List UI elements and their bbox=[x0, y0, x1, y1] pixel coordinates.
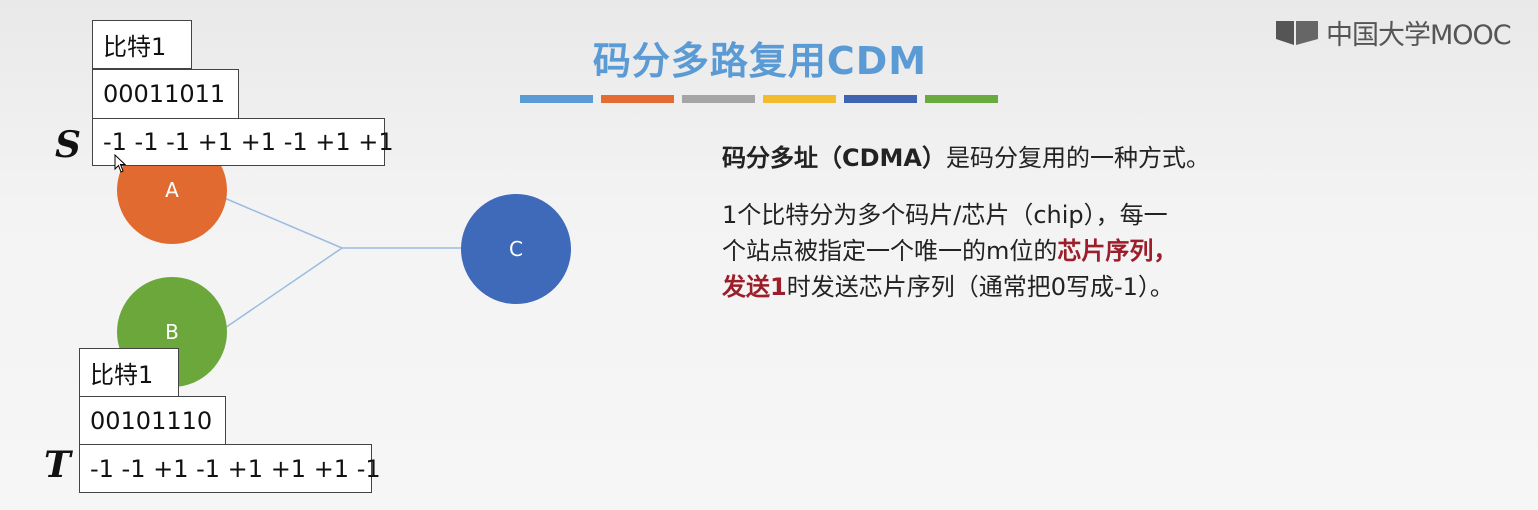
mouse-cursor-icon bbox=[114, 154, 126, 173]
para-2-line-1: 1个比特分为多个码片/芯片（chip），每一 bbox=[722, 201, 1168, 229]
node-b-label: B bbox=[165, 320, 179, 344]
chip-sequence-term: 芯片序列， bbox=[1057, 237, 1178, 265]
cdma-term: 码分多址（CDMA） bbox=[722, 144, 946, 172]
para-2-line-3-plain: 时发送芯片序列（通常把0写成-1）。 bbox=[786, 273, 1174, 301]
t-chip-sequence-box: -1 -1 +1 -1 +1 +1 +1 -1 bbox=[79, 444, 381, 493]
s-code-box: 00011011 bbox=[92, 69, 239, 119]
t-code-box: 00101110 bbox=[79, 396, 226, 445]
description-line-1: 码分多址（CDMA）是码分复用的一种方式。 bbox=[722, 140, 1210, 176]
t-bit-label-box: 比特1 bbox=[79, 348, 179, 397]
node-c-label: C bbox=[509, 237, 523, 261]
t-sequence-label: T bbox=[44, 444, 71, 486]
node-c: C bbox=[461, 194, 571, 304]
para-2-line-2-plain: 个站点被指定一个唯一的m位的 bbox=[722, 237, 1058, 265]
description-line-1-rest: 是码分复用的一种方式。 bbox=[946, 144, 1210, 172]
s-bit-label-box: 比特1 bbox=[92, 20, 192, 69]
s-chip-sequence-box: -1 -1 -1 +1 +1 -1 +1 +1 bbox=[92, 118, 394, 166]
para-2-line-3: 发送1时发送芯片序列（通常把0写成-1）。 bbox=[722, 269, 1177, 305]
description-para-2: 1个比特分为多个码片/芯片（chip），每一 个站点被指定一个唯一的m位的芯片序… bbox=[722, 197, 1177, 305]
node-a-label: A bbox=[165, 178, 179, 202]
link-a-hub bbox=[221, 196, 343, 249]
link-b-hub bbox=[221, 247, 343, 331]
para-2-line-2: 个站点被指定一个唯一的m位的芯片序列， bbox=[722, 233, 1177, 269]
send-1-term: 发送1 bbox=[722, 273, 787, 301]
s-sequence-label: S bbox=[55, 124, 81, 166]
